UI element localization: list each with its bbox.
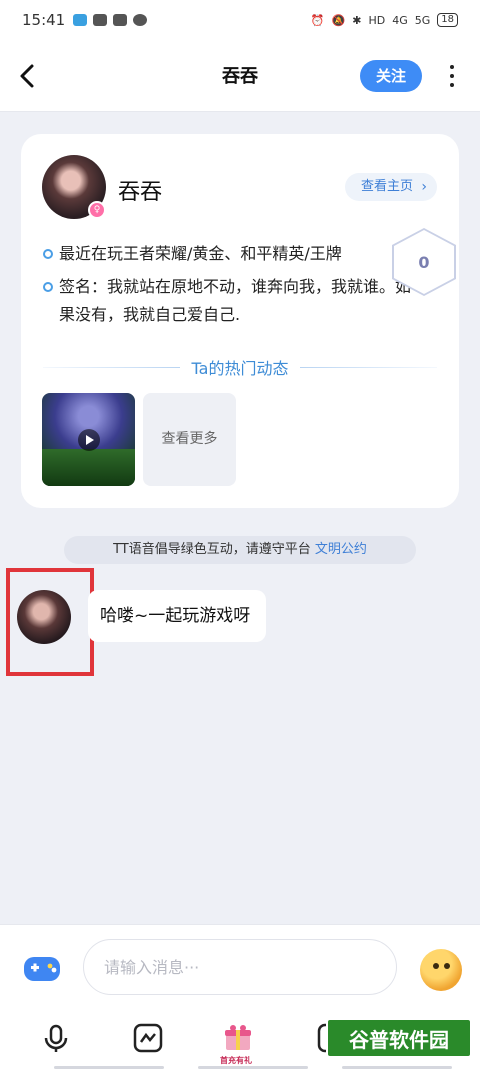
bluetooth-icon: ✱ bbox=[352, 13, 362, 27]
message-bubble: 哈喽~一起玩游戏呀 bbox=[88, 590, 267, 642]
profile-name: 吞吞 bbox=[118, 180, 163, 205]
status-bar: 15:41 ⏰ 🔕 ✱ HD 4G 5G 18 bbox=[0, 0, 480, 40]
back-button[interactable] bbox=[14, 62, 42, 90]
mail-icon bbox=[113, 14, 128, 26]
emoji-button[interactable] bbox=[420, 949, 462, 991]
system-icons: ⏰ 🔕 ✱ HD 4G 5G 18 bbox=[311, 13, 458, 27]
community-notice: TT语音倡导绿色互动，请遵守平台 文明公约 bbox=[64, 536, 416, 564]
game-button[interactable] bbox=[22, 951, 62, 985]
civility-rules-link[interactable]: 文明公约 bbox=[315, 542, 367, 557]
input-bar: 请输入消息··· bbox=[0, 924, 480, 1010]
bullet-icon bbox=[43, 249, 53, 259]
watermark-logo: 谷普软件园 bbox=[326, 1018, 472, 1058]
app-notification-icon bbox=[133, 14, 148, 26]
view-homepage-button[interactable]: 查看主页 › bbox=[345, 173, 437, 201]
emoji-face-icon bbox=[433, 963, 439, 969]
chat-header: 吞吞 关注 bbox=[0, 40, 480, 112]
gift-label: 首充有礼 bbox=[220, 1056, 252, 1065]
message-input[interactable]: 请输入消息··· bbox=[83, 939, 397, 995]
hex-counter-value: 0 bbox=[394, 230, 454, 294]
gamepad-icon bbox=[24, 957, 60, 981]
app-notification-icon bbox=[73, 14, 88, 26]
scroll-indicator bbox=[198, 1066, 308, 1069]
more-dots-icon bbox=[450, 74, 454, 78]
sticker-icon bbox=[133, 1023, 163, 1053]
message-sender-avatar[interactable] bbox=[17, 590, 71, 644]
profile-card: ♀ 吞吞 查看主页 › 最近在玩王者荣耀/黄金、和平精英/王牌 签名：我就站在原… bbox=[21, 134, 459, 508]
signature-text: 签名：我就站在原地不动，谁奔向我，我就谁。如果没有，我就自己爱自己. bbox=[59, 277, 412, 324]
divider bbox=[300, 366, 437, 368]
view-homepage-label: 查看主页 bbox=[361, 179, 414, 194]
chevron-left-icon bbox=[20, 64, 34, 88]
see-more-button[interactable]: 查看更多 bbox=[143, 393, 236, 486]
hot-posts-header: Ta的热门动态 bbox=[21, 356, 459, 378]
follow-button[interactable]: 关注 bbox=[360, 60, 422, 92]
voice-button[interactable] bbox=[40, 1022, 72, 1054]
gift-icon bbox=[225, 1025, 251, 1050]
hot-post-video-thumbnail[interactable] bbox=[42, 393, 135, 486]
sticker-button[interactable] bbox=[132, 1022, 164, 1054]
scroll-indicator bbox=[54, 1066, 164, 1069]
recent-games-line: 最近在玩王者荣耀/黄金、和平精英/王牌 bbox=[43, 240, 423, 268]
notification-icons bbox=[73, 14, 148, 26]
thumbnail-image bbox=[42, 448, 135, 486]
profile-avatar[interactable]: ♀ bbox=[42, 155, 106, 219]
alarm-icon: ⏰ bbox=[310, 13, 325, 27]
more-options-button[interactable] bbox=[440, 62, 464, 90]
chevron-right-icon: › bbox=[421, 179, 427, 195]
mute-icon: 🔕 bbox=[331, 13, 346, 27]
app-notification-icon bbox=[93, 14, 108, 26]
signal-4g-label: 4G bbox=[392, 13, 408, 27]
status-time: 15:41 bbox=[22, 11, 66, 29]
signal-5g-label: 5G bbox=[414, 13, 431, 27]
notice-text: TT语音倡导绿色互动，请遵守平台 bbox=[113, 542, 311, 557]
bullet-icon bbox=[43, 282, 53, 292]
more-dots-icon bbox=[450, 83, 454, 87]
scroll-indicator bbox=[342, 1066, 452, 1069]
hot-posts-title: Ta的热门动态 bbox=[191, 359, 289, 378]
more-dots-icon bbox=[450, 65, 454, 69]
battery-indicator: 18 bbox=[437, 13, 458, 27]
play-icon bbox=[78, 429, 100, 451]
signature-line: 签名：我就站在原地不动，谁奔向我，我就谁。如果没有，我就自己爱自己. bbox=[43, 273, 423, 329]
gift-button[interactable] bbox=[222, 1022, 254, 1054]
emoji-face-icon bbox=[444, 963, 450, 969]
hd-label: HD bbox=[368, 13, 386, 27]
microphone-icon bbox=[44, 1024, 68, 1052]
female-gender-icon: ♀ bbox=[88, 201, 106, 219]
divider bbox=[43, 366, 180, 368]
recent-games-text: 最近在玩王者荣耀/黄金、和平精英/王牌 bbox=[59, 244, 342, 263]
